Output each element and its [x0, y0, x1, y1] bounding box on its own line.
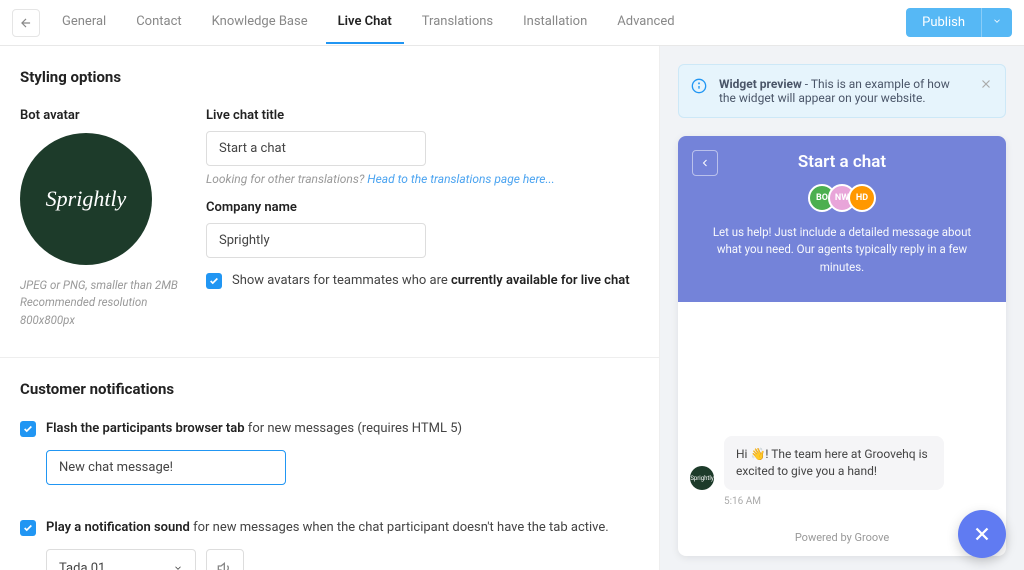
publish-dropdown[interactable] [981, 8, 1012, 37]
widget-preview: Start a chat BO NW HD Let us help! Just … [678, 136, 1006, 556]
title-label: Live chat title [206, 108, 639, 123]
message-timestamp: 5:16 AM [724, 496, 994, 507]
sound-select[interactable]: Tada 01 [46, 549, 196, 570]
flash-tab-label: Flash the participants browser tab for n… [46, 420, 462, 438]
tab-live-chat[interactable]: Live Chat [326, 1, 404, 44]
chevron-down-icon [173, 563, 183, 570]
widget-close-fab[interactable] [958, 510, 1006, 558]
play-sound-label: Play a notification sound for new messag… [46, 519, 609, 537]
tab-knowledge-base[interactable]: Knowledge Base [200, 1, 320, 44]
tab-contact[interactable]: Contact [124, 1, 193, 44]
nav-tabs: GeneralContactKnowledge BaseLive ChatTra… [50, 1, 687, 44]
preview-panel: Widget preview - This is an example of h… [660, 46, 1024, 570]
bot-avatar[interactable]: Sprightly [20, 133, 152, 265]
widget-footer: Powered by Groove [678, 519, 1006, 556]
show-avatars-label: Show avatars for teammates who are curre… [232, 272, 630, 290]
close-icon [971, 523, 993, 545]
show-avatars-checkbox[interactable] [206, 273, 222, 289]
message-avatar: Sprightly [690, 466, 714, 490]
flash-message-input[interactable] [46, 450, 286, 485]
tab-advanced[interactable]: Advanced [605, 1, 686, 44]
play-sound-checkbox[interactable] [20, 520, 36, 536]
play-sound-button[interactable] [206, 549, 244, 570]
widget-title: Start a chat [694, 152, 990, 172]
back-button[interactable] [12, 9, 40, 37]
flash-tab-checkbox[interactable] [20, 421, 36, 437]
preview-banner: Widget preview - This is an example of h… [678, 64, 1006, 118]
volume-icon [217, 560, 233, 570]
company-name-input[interactable] [206, 223, 426, 258]
tab-installation[interactable]: Installation [511, 1, 599, 44]
live-chat-title-input[interactable] [206, 131, 426, 166]
message-bubble: Hi 👋! The team here at Groovehq is excit… [724, 436, 944, 490]
info-icon [691, 78, 707, 97]
styling-heading: Styling options [20, 68, 639, 86]
agent-avatars: BO NW HD [694, 184, 990, 212]
company-label: Company name [206, 200, 639, 215]
translations-link[interactable]: Head to the translations page here... [367, 172, 554, 186]
notifications-heading: Customer notifications [20, 380, 639, 398]
publish-button[interactable]: Publish [906, 8, 981, 37]
tab-translations[interactable]: Translations [410, 1, 505, 44]
widget-description: Let us help! Just include a detailed mes… [694, 224, 990, 276]
widget-back-button[interactable] [692, 150, 718, 176]
avatar-label: Bot avatar [20, 108, 178, 123]
translations-hint: Looking for other translations? Head to … [206, 172, 639, 186]
avatar-hint: JPEG or PNG, smaller than 2MB Recommende… [20, 277, 178, 329]
close-banner-button[interactable] [979, 77, 993, 94]
settings-panel: Styling options Bot avatar Sprightly JPE… [0, 46, 660, 570]
tab-general[interactable]: General [50, 1, 118, 44]
agent-avatar: HD [848, 184, 876, 212]
